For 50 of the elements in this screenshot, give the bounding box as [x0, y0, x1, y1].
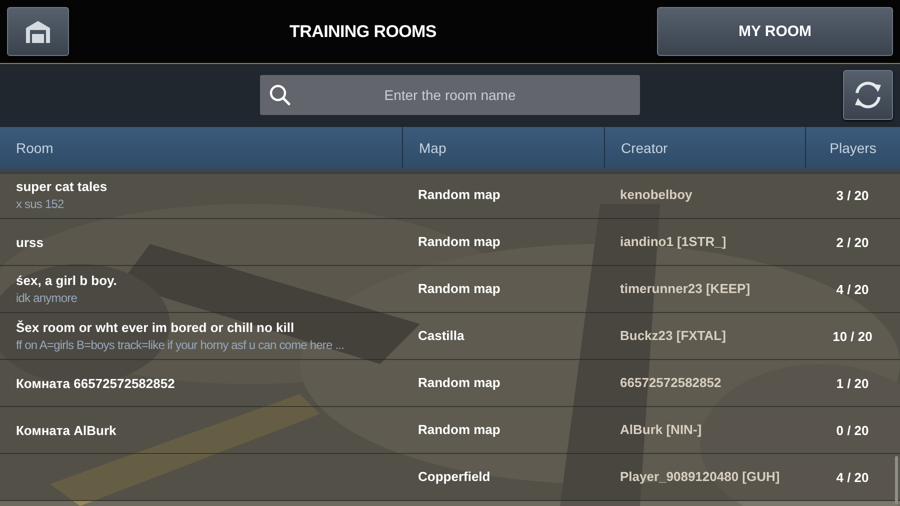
map-name: Random map — [417, 375, 500, 390]
room-row[interactable]: Комната 66572572582852 Random map 66572572582852 1 / 20 — [0, 360, 900, 407]
player-count: 1 / 20 — [836, 376, 869, 390]
column-header[interactable]: Creator — [604, 127, 805, 168]
room-row[interactable]: urss Random map iandino1 [1STR_] 2 / 20 — [0, 219, 900, 266]
creator-name: kenobelboy — [619, 187, 692, 202]
player-count: 4 / 20 — [836, 470, 869, 484]
garage-icon — [24, 18, 52, 44]
room-row[interactable]: śex, a girl b boy. idk anymore Random map timerunner23 [KEEP] 4 / 20 — [0, 266, 900, 313]
search-field[interactable]: Enter the room name — [260, 75, 640, 115]
map-name: Random map — [417, 234, 500, 249]
map-name: Random map — [417, 422, 500, 437]
room-name: Комната 66572572582852 — [16, 376, 176, 390]
screen-title: TRAINING ROOMS — [288, 22, 438, 42]
room-row[interactable]: Комната AlBurk Random map AlBurk [NIN-] 0 / 20 — [0, 407, 900, 454]
search-icon — [269, 84, 291, 106]
garage-button[interactable] — [7, 7, 69, 56]
room-description: idk anymore — [16, 291, 78, 305]
column-header[interactable]: Players — [805, 127, 900, 168]
my-room-button[interactable]: MY ROOM — [657, 7, 893, 56]
room-name: urss — [16, 234, 44, 250]
room-name: super cat tales — [16, 179, 108, 194]
map-name: Copperfield — [417, 469, 490, 484]
player-count: 3 / 20 — [836, 188, 869, 202]
player-count: 2 / 20 — [836, 234, 869, 250]
map-name: Random map — [417, 187, 500, 202]
room-name: Комната AlBurk — [16, 422, 118, 438]
creator-name: timerunner23 [KEEP] — [619, 281, 750, 296]
map-name: Random map — [417, 281, 500, 296]
creator-name: AlBurk [NIN-] — [619, 422, 702, 437]
scrollbar[interactable] — [895, 456, 898, 504]
room-row[interactable]: Copperfield Player_9089120480 [GUH] 4 / 20 — [0, 454, 900, 501]
room-row[interactable]: super cat tales x sus 152 Random map kenobelboy 3 / 20 — [0, 172, 900, 219]
room-description: ff on A=girls B=boys track=like if your horny asf u can come here ... — [16, 338, 346, 352]
player-count: 4 / 20 — [836, 282, 869, 296]
room-name: śex, a girl b boy. — [16, 273, 118, 288]
refresh-icon — [852, 80, 884, 110]
room-row[interactable]: Šex room or wht ever im bored or chill no kill ff on A=girls B=boys track=like if your horny asf u can come here ... Castilla Buckz23 [FXTAL] 10 / 20 — [0, 313, 900, 360]
creator-name: iandino1 [1STR_] — [619, 234, 726, 249]
creator-name: 66572572582852 — [619, 375, 722, 390]
creator-name: Player_9089120480 [GUH] — [619, 469, 780, 484]
refresh-button[interactable] — [843, 70, 893, 120]
map-name: Castilla — [417, 328, 464, 343]
column-header[interactable]: Room — [0, 127, 402, 168]
room-description: x sus 152 — [16, 197, 65, 211]
creator-name: Buckz23 [FXTAL] — [619, 328, 726, 343]
column-header[interactable]: Map — [402, 127, 604, 168]
room-name: Šex room or wht ever im bored or chill no kill — [16, 320, 296, 335]
player-count: 0 / 20 — [836, 422, 869, 438]
player-count: 10 / 20 — [832, 328, 872, 344]
